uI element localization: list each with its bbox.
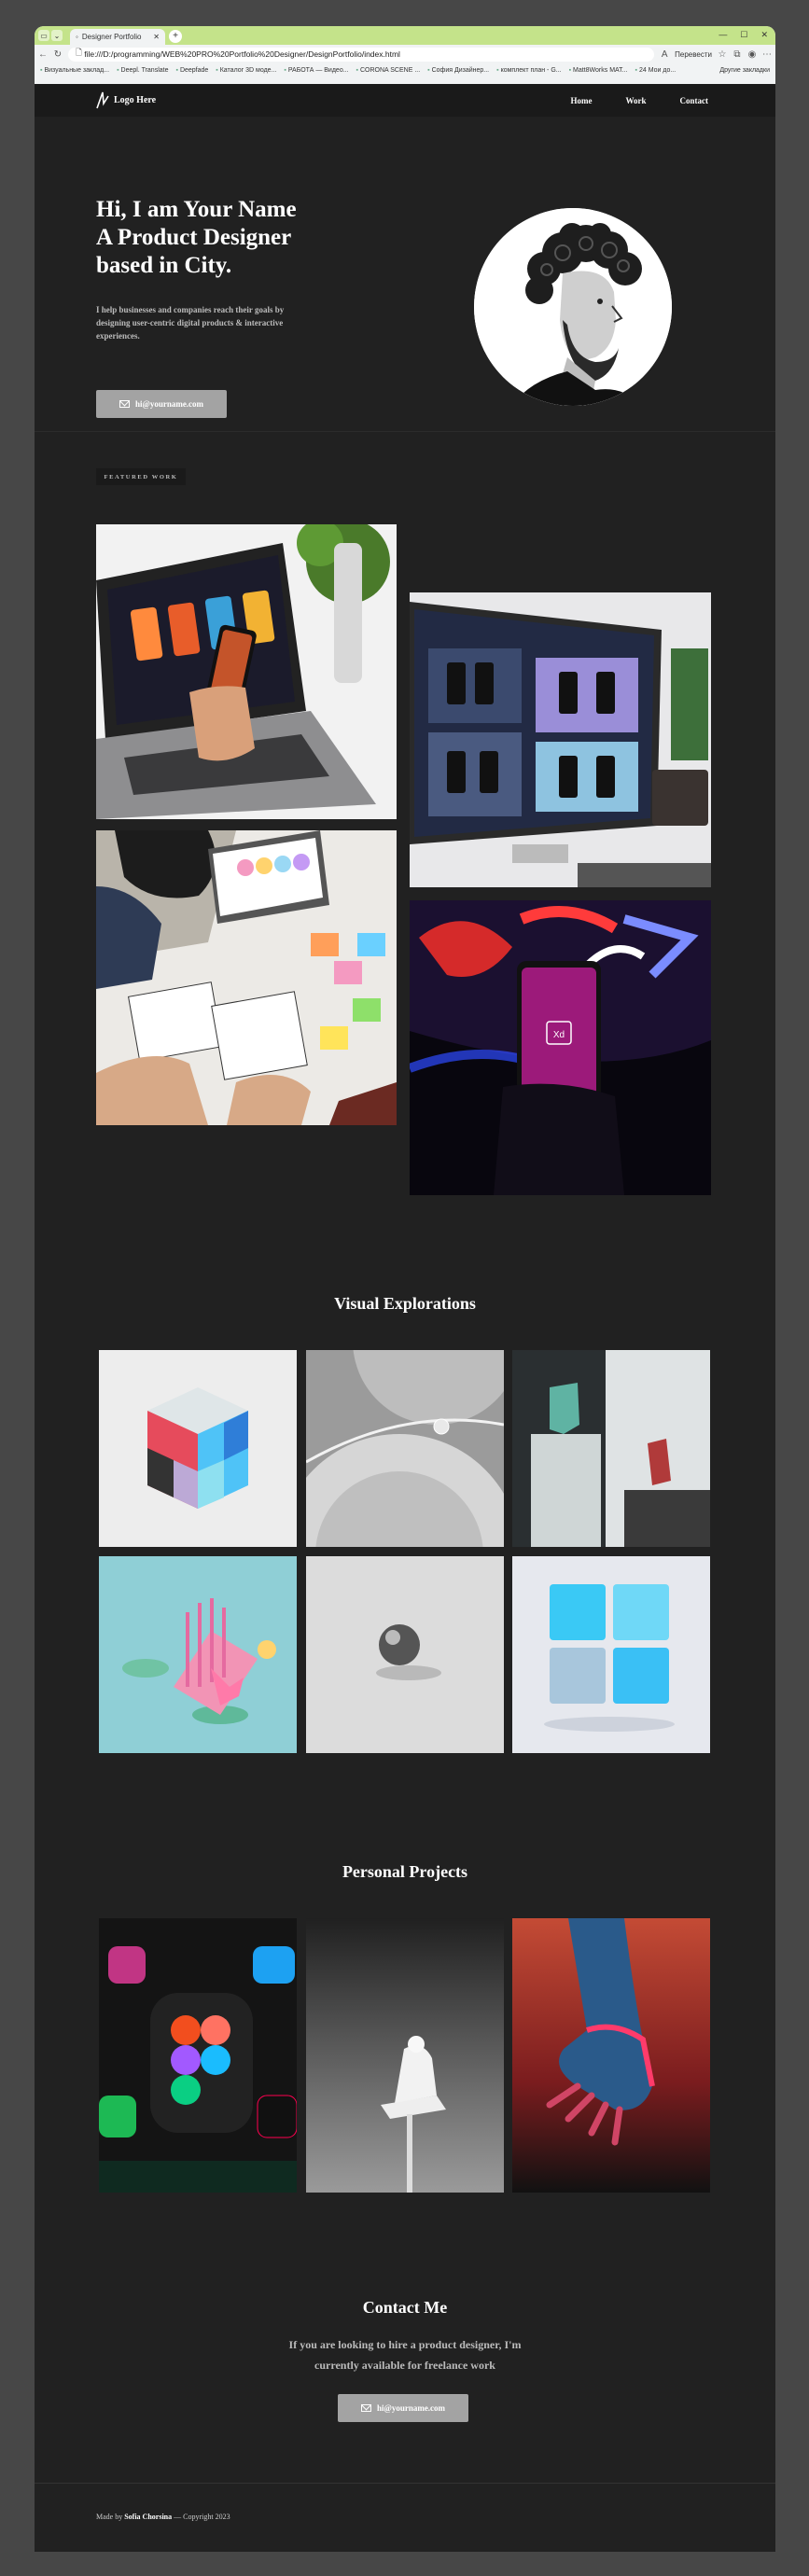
read-aloud-icon[interactable]: A bbox=[660, 49, 669, 60]
address-bar: ← ↻ 🗋 file:///D:/programming/WEB%20PRO%2… bbox=[35, 45, 775, 63]
contact-email-button[interactable]: hi@yourname.com bbox=[338, 2394, 468, 2422]
visual-tile-sphere[interactable] bbox=[306, 1556, 504, 1753]
neon-hand-image bbox=[512, 1918, 710, 2193]
hero-title: Hi, I am Your Name A Product Designer ba… bbox=[96, 196, 376, 280]
visual-tile-chairs[interactable] bbox=[512, 1350, 710, 1547]
footer-copyright: — Copyright 2023 bbox=[174, 2513, 230, 2521]
file-icon: 🗋 bbox=[76, 48, 85, 57]
bookmark-item[interactable]: Визуальные заклад... bbox=[40, 67, 109, 74]
tab-actions-icon[interactable]: ▭ bbox=[38, 30, 49, 41]
bookmark-item[interactable]: Deepfade bbox=[176, 67, 208, 74]
featured-work-laptop-app[interactable] bbox=[96, 524, 397, 819]
cube-image bbox=[99, 1350, 297, 1547]
nav-link-contact[interactable]: Contact bbox=[680, 96, 709, 105]
bookmark-item[interactable]: София Дизайнер... bbox=[427, 67, 490, 74]
page-icon: ◦ bbox=[76, 33, 78, 41]
hero-title-line: based in City. bbox=[96, 253, 232, 278]
new-tab-button[interactable]: + bbox=[169, 30, 182, 43]
statue-image bbox=[306, 1918, 504, 2193]
contact-email-label: hi@yourname.com bbox=[376, 2403, 446, 2413]
browser-tab[interactable]: ◦ Designer Portfolio ✕ bbox=[70, 29, 165, 45]
navbar: Logo Here Home Work Contact bbox=[35, 84, 775, 117]
hero-email-label: hi@yourname.com bbox=[134, 399, 204, 409]
tab-list-icon[interactable]: ⌄ bbox=[51, 30, 63, 41]
tab-bar: ▭ ⌄ ◦ Designer Portfolio ✕ + — ☐ ✕ bbox=[35, 26, 775, 45]
url-field[interactable]: 🗋 file:///D:/programming/WEB%20PRO%20Por… bbox=[68, 47, 655, 62]
favorites-star-icon[interactable]: ☆ bbox=[718, 49, 727, 60]
project-figma-icons[interactable] bbox=[99, 1918, 297, 2193]
adobe-xd-image: Xd bbox=[410, 900, 711, 1195]
nav-link-home[interactable]: Home bbox=[570, 96, 592, 105]
tab-title: Designer Portfolio bbox=[81, 33, 142, 41]
logo-mark-icon bbox=[96, 91, 109, 109]
footer: Made by Sofia Chorsina — Copyright 2023 bbox=[96, 2513, 230, 2521]
figma-icons-image bbox=[99, 1918, 297, 2193]
bookmark-item[interactable]: РАБОТА — Видео... bbox=[284, 67, 349, 74]
hero-subtitle: I help businesses and companies reach th… bbox=[96, 305, 285, 341]
windows-image bbox=[512, 1556, 710, 1753]
menu-icon[interactable]: ⋯ bbox=[762, 49, 772, 60]
collections-icon[interactable]: ⧉ bbox=[732, 49, 742, 60]
featured-work-imac-screens[interactable] bbox=[410, 592, 711, 887]
hero-title-line: Hi, I am Your Name bbox=[96, 197, 297, 222]
visual-tile-stairs[interactable] bbox=[99, 1556, 297, 1753]
contact-title: Contact Me bbox=[362, 2298, 448, 2317]
visual-tile-cube[interactable] bbox=[99, 1350, 297, 1547]
contact-message: If you are looking to hire a product des… bbox=[288, 2338, 522, 2372]
laptop-image bbox=[96, 524, 397, 819]
featured-work-wireframes[interactable] bbox=[96, 830, 397, 1125]
bookmark-item[interactable]: 24 Мои до... bbox=[635, 67, 676, 74]
portrait-avatar bbox=[474, 208, 672, 406]
bookmark-item[interactable]: CORONA SCENE ... bbox=[356, 67, 420, 74]
visual-tile-windows[interactable] bbox=[512, 1556, 710, 1753]
refresh-icon[interactable]: ↻ bbox=[53, 49, 63, 60]
url-text: file:///D:/programming/WEB%20PRO%20Portf… bbox=[84, 49, 400, 59]
mail-icon bbox=[119, 400, 130, 408]
personal-projects-title: Personal Projects bbox=[342, 1862, 468, 1881]
svg-text:Xd: Xd bbox=[553, 1030, 565, 1040]
mail-icon bbox=[360, 2404, 371, 2412]
profile-icon[interactable]: ◉ bbox=[747, 49, 757, 60]
featured-work-label: FEATURED WORK bbox=[96, 468, 186, 485]
nav-link-work[interactable]: Work bbox=[625, 96, 646, 105]
back-icon[interactable]: ← bbox=[38, 49, 48, 60]
contact-text: If you are looking to hire a product des… bbox=[35, 2334, 775, 2375]
other-bookmarks[interactable]: Другие закладки bbox=[719, 67, 770, 74]
project-neon-hand[interactable] bbox=[512, 1918, 710, 2193]
bookmark-item[interactable]: комплект план - G... bbox=[496, 67, 562, 74]
translate-button[interactable]: Перевести bbox=[675, 50, 712, 59]
portrait-image bbox=[474, 208, 672, 406]
footer-divider bbox=[35, 2483, 775, 2484]
stairs-image bbox=[99, 1556, 297, 1753]
portfolio-page: Logo Here Home Work Contact Hi, I am You… bbox=[35, 84, 775, 2552]
hero-title-line: A Product Designer bbox=[96, 225, 292, 250]
arcs-image bbox=[306, 1350, 504, 1547]
featured-work-adobe-xd-phone[interactable]: Xd bbox=[410, 900, 711, 1195]
browser-window: ▭ ⌄ ◦ Designer Portfolio ✕ + — ☐ ✕ ← ↻ 🗋… bbox=[35, 26, 775, 84]
imac-image bbox=[410, 592, 711, 887]
chairs-image bbox=[512, 1350, 710, 1547]
footer-author[interactable]: Sofia Chorsina bbox=[124, 2513, 172, 2521]
nav-links: Home Work Contact bbox=[570, 96, 708, 105]
bookmark-item[interactable]: Каталог 3D моде... bbox=[216, 67, 277, 74]
hero-email-button[interactable]: hi@yourname.com bbox=[96, 390, 227, 418]
footer-prefix: Made by bbox=[96, 2513, 123, 2521]
minimize-icon[interactable]: — bbox=[718, 30, 727, 40]
maximize-icon[interactable]: ☐ bbox=[740, 30, 747, 40]
window-controls: — ☐ ✕ bbox=[718, 30, 768, 40]
logo[interactable]: Logo Here bbox=[96, 91, 156, 109]
close-tab-icon[interactable]: ✕ bbox=[153, 33, 160, 41]
wireframes-image bbox=[96, 830, 397, 1125]
bookmarks-bar: Визуальные заклад... Deepl. Translate De… bbox=[35, 63, 775, 77]
project-statue[interactable] bbox=[306, 1918, 504, 2193]
sphere-image bbox=[306, 1556, 504, 1753]
close-window-icon[interactable]: ✕ bbox=[760, 30, 768, 40]
bookmark-item[interactable]: Deepl. Translate bbox=[117, 67, 169, 74]
hero-divider bbox=[35, 431, 775, 432]
bookmark-item[interactable]: Matt8Works MAT... bbox=[569, 67, 627, 74]
visual-explorations-title: Visual Explorations bbox=[334, 1294, 476, 1313]
visual-tile-arcs[interactable] bbox=[306, 1350, 504, 1547]
logo-text: Logo Here bbox=[114, 94, 157, 105]
